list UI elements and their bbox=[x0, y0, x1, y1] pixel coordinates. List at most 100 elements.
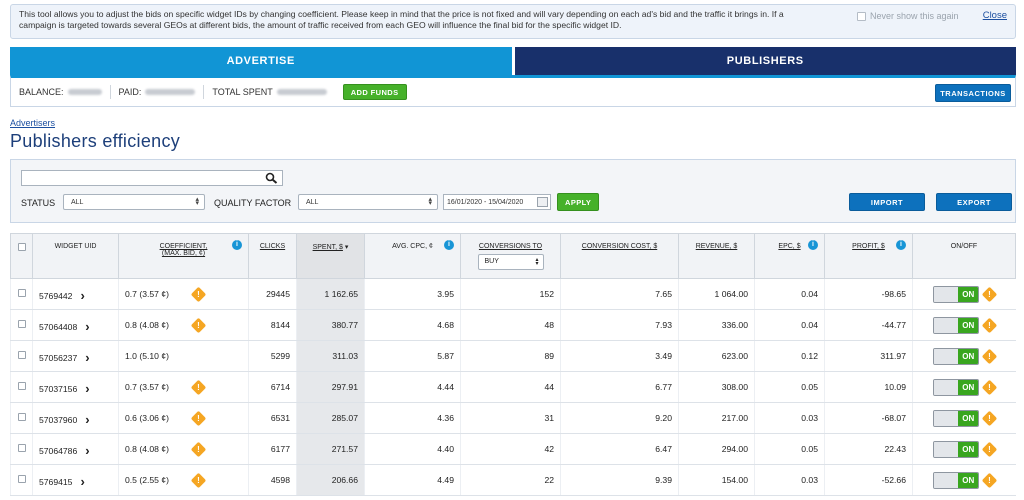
conversions-header[interactable]: CONVERSIONS TO BUY ▴ ▾ bbox=[460, 233, 561, 279]
epc-cell: 0.12 bbox=[754, 340, 825, 372]
select-arrows-icon: ▴ ▾ bbox=[535, 257, 539, 267]
breadcrumb[interactable]: Advertisers bbox=[10, 118, 55, 128]
on-off-cell: ON! bbox=[912, 309, 1016, 341]
on-off-toggle[interactable]: ON bbox=[933, 378, 980, 396]
clicks-cell: 5299 bbox=[248, 340, 297, 372]
on-off-toggle[interactable]: ON bbox=[933, 316, 980, 334]
tab-advertise[interactable]: ADVERTISE bbox=[10, 47, 512, 75]
table-row: 5769415 › 0.5 (2.55 ¢)! 4598 206.66 4.49 22 9.3… bbox=[10, 464, 1016, 496]
epc-header[interactable]: EPC, $ i bbox=[754, 233, 825, 279]
coefficient-cell[interactable]: 1.0 (5.10 ¢) bbox=[118, 340, 249, 372]
avg-cpc-header[interactable]: AVG. CPC, ¢ i bbox=[364, 233, 461, 279]
clicks-header-label: CLICKS bbox=[259, 243, 286, 250]
warning-icon[interactable]: ! bbox=[190, 441, 207, 458]
warning-icon[interactable]: ! bbox=[981, 348, 998, 364]
add-funds-button[interactable]: ADD FUNDS bbox=[342, 84, 407, 100]
clicks-cell: 29445 bbox=[248, 278, 297, 310]
warning-icon[interactable]: ! bbox=[981, 441, 998, 457]
select-all-header bbox=[10, 233, 33, 279]
table-row: 57037960 › 0.6 (3.06 ¢)! 6531 285.07 4.36 31 9.… bbox=[10, 402, 1016, 434]
row-checkbox[interactable] bbox=[17, 289, 26, 297]
main-tabs: ADVERTISE PUBLISHERS bbox=[10, 47, 1016, 75]
export-button[interactable]: EXPORT bbox=[936, 193, 1012, 211]
on-off-cell: ON! bbox=[912, 340, 1016, 372]
row-checkbox[interactable] bbox=[17, 382, 26, 390]
warning-icon[interactable]: ! bbox=[981, 472, 998, 488]
on-off-toggle[interactable]: ON bbox=[933, 409, 980, 427]
search-icon[interactable] bbox=[265, 172, 279, 184]
conversion-cost-header[interactable]: CONVERSION COST, $ bbox=[560, 233, 679, 279]
search-input[interactable] bbox=[21, 170, 283, 186]
table-row: 5769442 › 0.7 (3.57 ¢)! 29445 1 162.65 3.95 15… bbox=[10, 278, 1016, 310]
widget-uid: 57064408 bbox=[39, 321, 78, 332]
transactions-button[interactable]: TRANSACTIONS bbox=[935, 84, 1011, 102]
warning-icon[interactable]: ! bbox=[190, 472, 207, 489]
sort-desc-icon: ▾ bbox=[344, 244, 349, 251]
profit-header[interactable]: PROFIT, $ i bbox=[824, 233, 913, 279]
conversions-cell: 22 bbox=[460, 464, 561, 496]
status-label: STATUS bbox=[21, 198, 56, 208]
warning-icon[interactable]: ! bbox=[190, 286, 207, 303]
chevron-right-icon[interactable]: › bbox=[85, 412, 89, 427]
chevron-right-icon[interactable]: › bbox=[85, 350, 89, 365]
conversion-cost-cell: 3.49 bbox=[560, 340, 679, 372]
warning-icon[interactable]: ! bbox=[981, 286, 998, 302]
status-select[interactable]: ALL ▴ ▾ bbox=[63, 194, 205, 210]
apply-button[interactable]: APPLY bbox=[557, 193, 600, 211]
avg-cpc-cell: 4.49 bbox=[364, 464, 461, 496]
conversion-type-select[interactable]: BUY ▴ ▾ bbox=[477, 254, 544, 270]
revenue-cell: 154.00 bbox=[678, 464, 755, 496]
date-range-input[interactable]: 16/01/2020 - 15/04/2020 bbox=[443, 194, 551, 210]
warning-icon[interactable]: ! bbox=[981, 317, 998, 333]
never-show-checkbox[interactable] bbox=[857, 12, 866, 21]
row-checkbox[interactable] bbox=[17, 351, 26, 359]
calendar-icon[interactable] bbox=[537, 197, 548, 207]
row-checkbox[interactable] bbox=[17, 413, 26, 421]
chevron-right-icon[interactable]: › bbox=[80, 288, 84, 303]
spent-cell: 285.07 bbox=[296, 402, 365, 434]
info-icon[interactable]: i bbox=[896, 240, 906, 250]
chevron-right-icon[interactable]: › bbox=[85, 381, 89, 396]
table-row: 57056237 › 1.0 (5.10 ¢) 5299 311.03 5.87 89 3.4… bbox=[10, 340, 1016, 372]
row-checkbox[interactable] bbox=[17, 320, 26, 328]
coefficient-header-label: COEFFICIENT, bbox=[159, 243, 208, 250]
coefficient-cell[interactable]: 0.5 (2.55 ¢)! bbox=[118, 464, 249, 496]
coefficient-cell[interactable]: 0.8 (4.08 ¢)! bbox=[118, 433, 249, 465]
on-off-toggle[interactable]: ON bbox=[933, 471, 980, 489]
select-all-checkbox[interactable] bbox=[17, 243, 26, 251]
info-icon[interactable]: i bbox=[444, 240, 454, 250]
chevron-right-icon[interactable]: › bbox=[85, 319, 89, 334]
import-button[interactable]: IMPORT bbox=[849, 193, 925, 211]
coefficient-cell[interactable]: 0.6 (3.06 ¢)! bbox=[118, 402, 249, 434]
row-checkbox[interactable] bbox=[17, 475, 26, 483]
on-off-toggle[interactable]: ON bbox=[933, 440, 980, 458]
on-off-toggle[interactable]: ON bbox=[933, 285, 980, 303]
spent-header[interactable]: SPENT, $ ▾ bbox=[296, 233, 365, 279]
coefficient-cell[interactable]: 0.8 (4.08 ¢)! bbox=[118, 309, 249, 341]
on-off-toggle[interactable]: ON bbox=[933, 347, 980, 365]
never-show-option[interactable]: Never show this again bbox=[857, 11, 959, 22]
coefficient-header[interactable]: COEFFICIENT, (MAX. BID, ¢) i bbox=[118, 233, 249, 279]
coefficient-value: 0.8 (4.08 ¢) bbox=[125, 444, 169, 454]
warning-icon[interactable]: ! bbox=[981, 379, 998, 395]
revenue-header[interactable]: REVENUE, $ bbox=[678, 233, 755, 279]
warning-icon[interactable]: ! bbox=[190, 410, 207, 427]
conversion-cost-cell: 7.65 bbox=[560, 278, 679, 310]
warning-icon[interactable]: ! bbox=[190, 317, 207, 334]
row-checkbox[interactable] bbox=[17, 444, 26, 452]
chevron-right-icon[interactable]: › bbox=[80, 474, 84, 489]
info-icon[interactable]: i bbox=[232, 240, 242, 250]
info-icon[interactable]: i bbox=[808, 240, 818, 250]
warning-icon[interactable]: ! bbox=[981, 410, 998, 426]
quality-factor-select[interactable]: ALL ▴ ▾ bbox=[298, 194, 438, 210]
warning-icon[interactable]: ! bbox=[190, 379, 207, 396]
close-link[interactable]: Close bbox=[983, 10, 1007, 21]
chevron-right-icon[interactable]: › bbox=[85, 443, 89, 458]
row-select-cell bbox=[10, 278, 33, 310]
coefficient-cell[interactable]: 0.7 (3.57 ¢)! bbox=[118, 371, 249, 403]
clicks-header[interactable]: CLICKS bbox=[248, 233, 297, 279]
tab-publishers[interactable]: PUBLISHERS bbox=[514, 47, 1016, 75]
avg-cpc-cell: 4.40 bbox=[364, 433, 461, 465]
on-off-header: ON/OFF bbox=[912, 233, 1016, 279]
coefficient-cell[interactable]: 0.7 (3.57 ¢)! bbox=[118, 278, 249, 310]
